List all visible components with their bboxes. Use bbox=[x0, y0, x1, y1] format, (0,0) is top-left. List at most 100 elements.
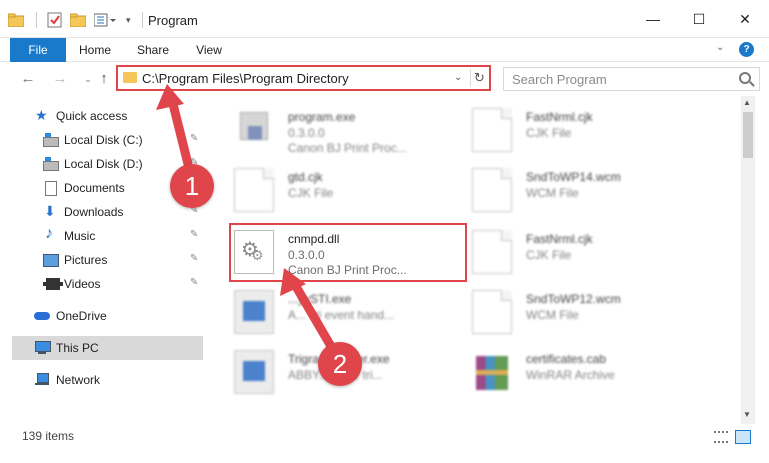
step-badge-2: 2 bbox=[318, 342, 362, 386]
up-button[interactable]: ↑ bbox=[94, 69, 114, 89]
address-bar[interactable]: C:\Program Files\Program Directory ⌄ ↻ bbox=[116, 65, 491, 91]
step-badge-1: 1 bbox=[170, 164, 214, 208]
tab-home[interactable]: Home bbox=[70, 38, 120, 62]
file-type: WCM File bbox=[526, 186, 579, 200]
scroll-down-icon[interactable]: ▼ bbox=[743, 410, 751, 419]
file-name: FastNrml.cjk bbox=[526, 110, 593, 124]
pin-icon[interactable]: ✎ bbox=[190, 133, 198, 144]
folder-icon[interactable] bbox=[8, 10, 24, 30]
list-item[interactable]: program.exe 0.3.0.0 Canon BJ Print Proc.… bbox=[228, 102, 468, 160]
list-item[interactable]: FastNrml.cjk CJK File bbox=[466, 224, 706, 282]
file-type: CJK File bbox=[526, 126, 572, 140]
star-icon bbox=[34, 107, 50, 124]
music-icon bbox=[42, 225, 58, 244]
pin-icon[interactable]: ✎ bbox=[190, 277, 198, 288]
document-icon bbox=[234, 168, 274, 212]
file-name: SndToWP12.wcm bbox=[526, 292, 621, 306]
folder-icon bbox=[123, 72, 137, 83]
list-item[interactable]: ...yySTI.exe A... sti event hand... bbox=[228, 284, 468, 342]
list-item[interactable]: SndToWP12.wcm WCM File bbox=[466, 284, 706, 342]
forward-button[interactable]: → bbox=[50, 69, 70, 89]
sidebar-item-local-disk-d[interactable]: Local Disk (D:) bbox=[42, 152, 143, 176]
properties-check-icon[interactable] bbox=[47, 10, 63, 30]
tab-view[interactable]: View bbox=[186, 38, 232, 62]
title-separator bbox=[142, 12, 143, 28]
large-icons-view-icon[interactable] bbox=[735, 430, 751, 444]
window-title: Program bbox=[148, 13, 198, 28]
tab-share[interactable]: Share bbox=[128, 38, 178, 62]
maximize-button[interactable]: ☐ bbox=[676, 0, 722, 38]
file-name: FastNrml.cjk bbox=[526, 232, 593, 246]
sidebar-item-onedrive[interactable]: OneDrive bbox=[34, 304, 107, 328]
address-dropdown-icon[interactable]: ⌄ bbox=[454, 72, 462, 83]
sidebar-item-network[interactable]: Network bbox=[34, 368, 100, 392]
documents-icon bbox=[42, 180, 58, 196]
file-type: CJK File bbox=[526, 248, 572, 262]
file-name: program.exe bbox=[288, 110, 356, 124]
sidebar-item-pictures[interactable]: Pictures bbox=[42, 248, 107, 272]
sidebar-item-label: OneDrive bbox=[56, 309, 107, 323]
sidebar-item-local-disk-c[interactable]: Local Disk (C:) bbox=[42, 128, 143, 152]
back-button[interactable]: ← bbox=[18, 69, 38, 89]
pin-icon[interactable]: ✎ bbox=[190, 229, 198, 240]
close-button[interactable]: ✕ bbox=[722, 0, 768, 38]
onedrive-icon bbox=[34, 308, 50, 324]
navigation-pane: Quick access Local Disk (C:) ✎ Local Dis… bbox=[0, 100, 206, 420]
toolbar-separator bbox=[36, 12, 37, 28]
sidebar-item-this-pc[interactable]: This PC bbox=[34, 336, 99, 360]
file-name: ...yySTI.exe bbox=[288, 292, 352, 306]
sidebar-item-label: This PC bbox=[56, 341, 99, 355]
disk-icon bbox=[42, 132, 59, 148]
list-item[interactable]: SndToWP14.wcm WCM File bbox=[466, 162, 706, 220]
help-icon[interactable]: ? bbox=[739, 42, 754, 57]
file-description: A... sti event hand... bbox=[288, 308, 395, 322]
pin-icon[interactable]: ✎ bbox=[190, 253, 198, 264]
scroll-thumb[interactable] bbox=[743, 112, 753, 158]
sidebar-item-videos[interactable]: Videos bbox=[42, 272, 100, 296]
search-box[interactable]: Search Program bbox=[503, 67, 760, 91]
item-count: 139 items bbox=[22, 429, 75, 443]
file-type: CJK File bbox=[288, 186, 334, 200]
refresh-icon[interactable]: ↻ bbox=[474, 70, 485, 86]
list-item[interactable]: FastNrml.cjk CJK File bbox=[466, 102, 706, 160]
sidebar-item-downloads[interactable]: Downloads bbox=[42, 200, 123, 224]
search-placeholder[interactable]: Search Program bbox=[512, 72, 607, 87]
sidebar-item-quick-access[interactable]: Quick access bbox=[34, 104, 127, 128]
search-icon[interactable] bbox=[739, 72, 751, 84]
tab-file[interactable]: File bbox=[10, 38, 66, 62]
minimize-button[interactable]: — bbox=[630, 0, 676, 38]
address-path[interactable]: C:\Program Files\Program Directory bbox=[142, 71, 349, 86]
sidebar-item-label: Quick access bbox=[56, 109, 128, 123]
navigation-bar: ← → ⌄ ↑ C:\Program Files\Program Directo… bbox=[0, 62, 769, 96]
vertical-scrollbar[interactable]: ▲ ▼ bbox=[741, 96, 755, 424]
new-folder-icon[interactable] bbox=[70, 10, 86, 30]
list-item[interactable]: certificates.cab WinRAR Archive bbox=[466, 344, 706, 402]
customize-view-icon[interactable] bbox=[94, 10, 118, 30]
expand-ribbon-icon[interactable]: ⌄ bbox=[716, 42, 724, 53]
file-name: certificates.cab bbox=[526, 352, 607, 366]
sidebar-item-label: Pictures bbox=[64, 253, 108, 267]
winrar-icon bbox=[472, 350, 512, 394]
sidebar-item-documents[interactable]: Documents bbox=[42, 176, 125, 200]
app-icon bbox=[234, 290, 274, 334]
sidebar-item-music[interactable]: Music bbox=[42, 224, 95, 248]
file-version: 0.3.0.0 bbox=[288, 126, 325, 140]
list-item[interactable]: gtd.cjk CJK File bbox=[228, 162, 468, 220]
quick-access-dropdown-icon[interactable]: ▾ bbox=[126, 10, 134, 30]
pc-icon bbox=[34, 340, 51, 356]
document-icon bbox=[472, 290, 512, 334]
downloads-icon bbox=[42, 203, 58, 220]
network-icon bbox=[34, 372, 50, 388]
scroll-up-icon[interactable]: ▲ bbox=[743, 98, 751, 107]
details-view-icon[interactable] bbox=[714, 431, 728, 443]
ribbon-tabs: File Home Share View ⌄ ? bbox=[0, 38, 769, 62]
sidebar-item-label: Videos bbox=[64, 277, 101, 291]
sidebar-item-label: Local Disk (C:) bbox=[64, 133, 143, 147]
pictures-icon bbox=[42, 252, 59, 268]
disk-icon bbox=[42, 156, 59, 172]
document-icon bbox=[472, 168, 512, 212]
sidebar-item-label: Local Disk (D:) bbox=[64, 157, 143, 171]
document-icon bbox=[472, 230, 512, 274]
file-name: SndToWP14.wcm bbox=[526, 170, 621, 184]
sidebar-item-label: Downloads bbox=[64, 205, 124, 219]
